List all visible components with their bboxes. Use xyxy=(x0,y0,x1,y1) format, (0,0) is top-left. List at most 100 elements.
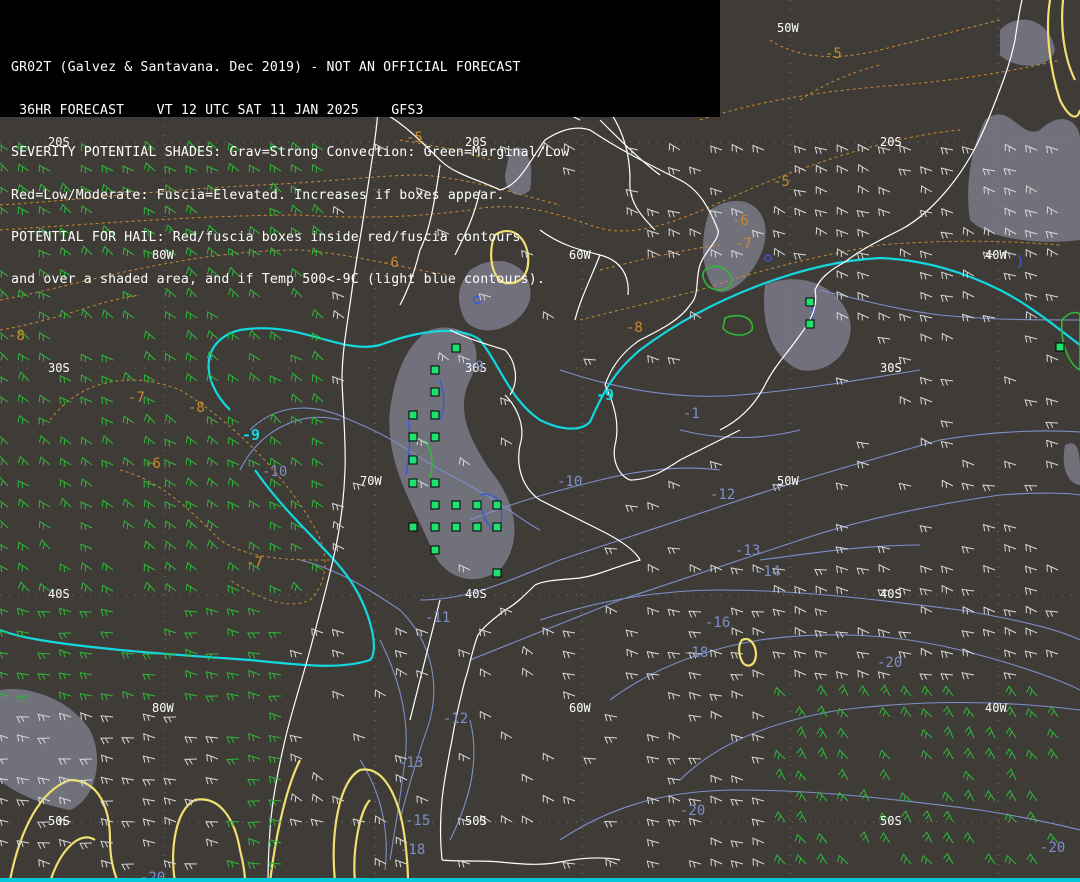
wind-barb xyxy=(942,747,954,760)
wind-barb xyxy=(877,545,891,554)
wind-barb xyxy=(0,819,9,826)
wind-barb xyxy=(919,376,933,385)
wind-barb xyxy=(142,755,156,763)
temp-label: -10 xyxy=(557,474,582,490)
wind-barb xyxy=(940,167,954,175)
wind-barb xyxy=(206,753,219,762)
wind-barb xyxy=(730,840,744,848)
wind-barb xyxy=(773,247,786,257)
hail-box xyxy=(408,410,418,420)
wind-barb xyxy=(730,607,744,616)
wind-barb xyxy=(877,336,891,344)
wind-barb xyxy=(101,396,114,405)
wind-barb xyxy=(248,837,261,846)
wind-barb xyxy=(290,372,303,382)
wind-barb xyxy=(0,162,9,172)
wind-barb xyxy=(247,821,261,829)
wind-barb xyxy=(0,332,9,340)
temp-label: -16 xyxy=(705,615,730,631)
wind-barb xyxy=(226,608,240,616)
hail-box xyxy=(408,478,418,488)
wind-barb xyxy=(900,853,912,865)
wind-barb xyxy=(100,754,114,763)
wind-barb xyxy=(205,695,219,703)
wind-barb xyxy=(311,793,324,803)
wind-barb xyxy=(835,482,849,490)
temp-label: -18 xyxy=(400,842,425,858)
temp-label: -7 xyxy=(128,390,145,406)
wind-barb xyxy=(227,500,240,510)
header-hail-line: POTENTIAL FOR HAIL: Red/fuscia boxes ins… xyxy=(11,230,521,246)
wind-barb xyxy=(983,564,996,573)
header-hail-note-line: and over a shaded area, and if Temp 500<… xyxy=(11,272,545,288)
wind-barb xyxy=(80,374,93,384)
wind-barb xyxy=(984,790,996,802)
wind-barb xyxy=(796,747,807,760)
wind-barb xyxy=(1025,707,1038,718)
wind-barb xyxy=(205,838,219,847)
wind-barb xyxy=(920,396,933,405)
wind-barb xyxy=(836,270,849,279)
wind-barb xyxy=(961,546,975,554)
wind-barb xyxy=(38,456,51,466)
wind-barb xyxy=(268,734,282,743)
wind-barb xyxy=(16,672,30,680)
wind-barb xyxy=(1047,728,1059,739)
wind-barb xyxy=(667,691,681,700)
wind-barb xyxy=(227,477,240,487)
lat-label-50s: 50S xyxy=(465,814,487,828)
wind-barb xyxy=(269,712,282,721)
wind-barb xyxy=(395,773,408,783)
wind-barb xyxy=(206,456,219,467)
wind-barb xyxy=(521,773,534,783)
temp-label: -7 xyxy=(735,236,752,252)
wind-barb xyxy=(290,581,303,592)
wind-barb xyxy=(80,581,93,592)
wind-barb xyxy=(122,415,135,425)
wind-barb xyxy=(688,817,702,826)
wind-barb xyxy=(1045,293,1059,302)
wind-barb xyxy=(919,209,933,218)
temp-label: -6 xyxy=(732,213,749,229)
hail-box xyxy=(408,455,418,465)
wind-barb xyxy=(943,725,954,739)
wind-barb xyxy=(963,747,975,760)
wind-barb xyxy=(1005,789,1017,802)
temp-label: -8 xyxy=(626,320,643,336)
wind-barb xyxy=(185,352,198,362)
wind-barb xyxy=(143,563,156,573)
wind-barb xyxy=(752,837,765,846)
temp-label: -5 xyxy=(825,46,842,62)
temp-label: -14 xyxy=(755,564,780,580)
wind-barb xyxy=(164,582,177,593)
wind-barb xyxy=(185,539,198,550)
wind-barb xyxy=(184,610,198,618)
wind-barb xyxy=(709,460,723,469)
wind-barb xyxy=(919,587,933,596)
wind-barb xyxy=(1026,790,1038,802)
wind-barb xyxy=(80,396,93,405)
lat-label-40s: 40S xyxy=(48,587,70,601)
wind-barb xyxy=(880,684,891,697)
wind-barb xyxy=(838,684,849,697)
wind-barb xyxy=(983,606,996,615)
wind-barb xyxy=(100,776,114,784)
wind-barb xyxy=(205,671,219,679)
temp-label: -9 xyxy=(467,359,484,375)
wind-barb xyxy=(1005,705,1017,718)
lon-label-70w: 70W xyxy=(360,474,382,488)
wind-barb xyxy=(142,779,156,787)
temp-label: -13 xyxy=(735,543,760,559)
wind-barb xyxy=(961,630,975,638)
wind-barb xyxy=(857,143,870,153)
wind-barb xyxy=(752,669,765,678)
wind-barb xyxy=(37,610,51,618)
wind-barb xyxy=(16,630,30,638)
wind-barb xyxy=(79,692,93,701)
wind-barb xyxy=(227,459,240,468)
wind-barb xyxy=(838,768,849,781)
wind-barb xyxy=(647,563,660,573)
wind-barb xyxy=(226,692,240,701)
wind-barb xyxy=(163,716,177,724)
hail-box xyxy=(408,522,418,532)
